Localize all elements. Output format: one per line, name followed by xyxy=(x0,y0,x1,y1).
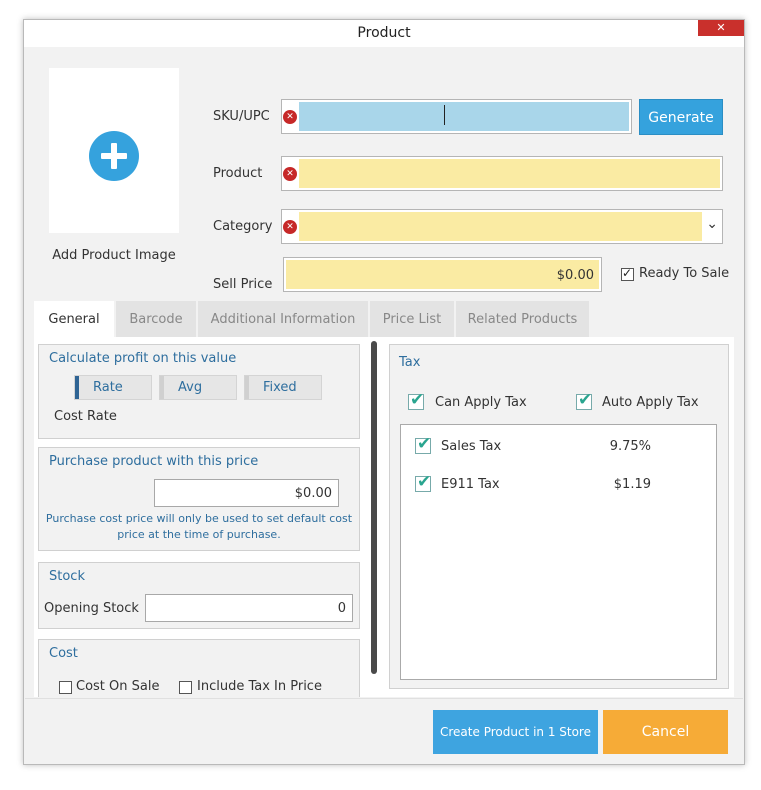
purchase-group-title: Purchase product with this price xyxy=(49,454,259,469)
dialog-title: Product xyxy=(357,25,411,41)
product-dialog: Product ✕ Add Product Image SKU/UPC ✕ Ge… xyxy=(23,19,745,765)
purchase-note-line-2: price at the time of purchase. xyxy=(117,528,281,541)
include-tax-checkbox[interactable] xyxy=(179,681,192,694)
tab-additional-information[interactable]: Additional Information xyxy=(198,301,368,337)
tab-barcode[interactable]: Barcode xyxy=(116,301,196,337)
tax-name: E911 Tax xyxy=(441,477,500,492)
avg-toggle[interactable]: Avg xyxy=(159,375,237,400)
toggle-indicator xyxy=(160,376,164,399)
sell-price-field[interactable]: $0.00 xyxy=(283,257,602,292)
sku-input[interactable] xyxy=(299,102,629,131)
ready-to-sale-checkbox[interactable] xyxy=(621,266,634,281)
product-image-box[interactable]: Add Product Image xyxy=(39,66,182,278)
opening-stock-input[interactable]: 0 xyxy=(145,594,353,622)
purchase-price-input[interactable]: $0.00 xyxy=(154,479,339,507)
product-label: Product xyxy=(213,166,263,181)
fixed-toggle[interactable]: Fixed xyxy=(244,375,322,400)
e911-tax-checkbox[interactable] xyxy=(415,472,431,492)
category-input[interactable] xyxy=(299,212,702,241)
add-image-plus-icon[interactable] xyxy=(89,131,139,181)
cost-group-title: Cost xyxy=(49,646,78,661)
vertical-scrollbar[interactable] xyxy=(371,341,377,674)
tab-price-list[interactable]: Price List xyxy=(370,301,454,337)
rate-toggle-label: Rate xyxy=(93,380,123,395)
create-product-button[interactable]: Create Product in 1 Store xyxy=(433,710,598,754)
stock-group-title: Stock xyxy=(49,569,85,584)
product-field[interactable]: ✕ xyxy=(281,156,723,191)
can-apply-tax-checkbox[interactable] xyxy=(408,390,424,410)
sell-price-input[interactable]: $0.00 xyxy=(286,260,599,289)
fixed-toggle-label: Fixed xyxy=(263,380,297,395)
cost-on-sale-label[interactable]: Cost On Sale xyxy=(76,679,159,694)
add-product-image-label: Add Product Image xyxy=(52,248,176,263)
cost-group: Cost Cost On Sale Include Tax In Price xyxy=(38,639,360,697)
tax-panel: Tax Can Apply Tax Auto Apply Tax Sales T… xyxy=(389,344,729,689)
purchase-note-line-1: Purchase cost price will only be used to… xyxy=(45,512,353,525)
stock-group: Stock Opening Stock 0 xyxy=(38,562,360,629)
tab-related-products[interactable]: Related Products xyxy=(456,301,589,337)
text-caret xyxy=(444,105,445,125)
tax-name: Sales Tax xyxy=(441,439,502,454)
opening-stock-label: Opening Stock xyxy=(44,601,139,616)
close-button[interactable]: ✕ xyxy=(698,20,744,36)
purchase-price-note: Purchase cost price will only be used to… xyxy=(39,511,359,543)
category-error-icon: ✕ xyxy=(283,220,297,234)
selected-indicator xyxy=(75,376,79,399)
product-header-panel: Add Product Image SKU/UPC ✕ Generate Pro… xyxy=(25,48,743,298)
tax-rate: 9.75% xyxy=(609,439,651,454)
product-error-icon: ✕ xyxy=(283,167,297,181)
product-image-placeholder[interactable] xyxy=(49,68,179,233)
profit-group-title: Calculate profit on this value xyxy=(49,351,237,366)
cancel-button[interactable]: Cancel xyxy=(603,710,728,754)
include-tax-label[interactable]: Include Tax In Price xyxy=(197,679,322,694)
category-label: Category xyxy=(213,219,273,234)
tax-rate: $1.19 xyxy=(613,477,651,492)
dialog-title-bar: Product ✕ xyxy=(24,20,744,47)
sku-field[interactable]: ✕ xyxy=(281,99,632,134)
sales-tax-checkbox[interactable] xyxy=(415,434,431,454)
auto-apply-tax-label[interactable]: Auto Apply Tax xyxy=(602,395,699,410)
auto-apply-tax-checkbox[interactable] xyxy=(576,390,592,410)
generate-button[interactable]: Generate xyxy=(639,99,723,135)
toggle-indicator xyxy=(245,376,249,399)
sku-label: SKU/UPC xyxy=(213,109,270,124)
selected-profit-basis: Cost Rate xyxy=(54,409,117,424)
ready-to-sale-label[interactable]: Ready To Sale xyxy=(639,266,729,281)
sell-price-label: Sell Price xyxy=(213,277,273,292)
chevron-down-icon[interactable]: ⌄ xyxy=(706,216,718,232)
category-select[interactable]: ✕ ⌄ xyxy=(281,209,723,244)
profit-calculation-group: Calculate profit on this value Rate Avg … xyxy=(38,344,360,439)
rate-toggle[interactable]: Rate xyxy=(74,375,152,400)
tab-general[interactable]: General xyxy=(34,301,114,337)
product-name-input[interactable] xyxy=(299,159,720,188)
tax-title: Tax xyxy=(399,355,421,370)
avg-toggle-label: Avg xyxy=(178,380,203,395)
cost-on-sale-checkbox[interactable] xyxy=(59,681,72,694)
can-apply-tax-label[interactable]: Can Apply Tax xyxy=(435,395,527,410)
tax-list: Sales Tax 9.75% E911 Tax $1.19 xyxy=(400,424,717,680)
general-tab-content: Calculate profit on this value Rate Avg … xyxy=(34,337,734,697)
sku-error-icon: ✕ xyxy=(283,110,297,124)
dialog-footer: Create Product in 1 Store Cancel xyxy=(25,698,743,764)
close-icon: ✕ xyxy=(716,21,726,34)
purchase-price-group: Purchase product with this price $0.00 P… xyxy=(38,447,360,551)
